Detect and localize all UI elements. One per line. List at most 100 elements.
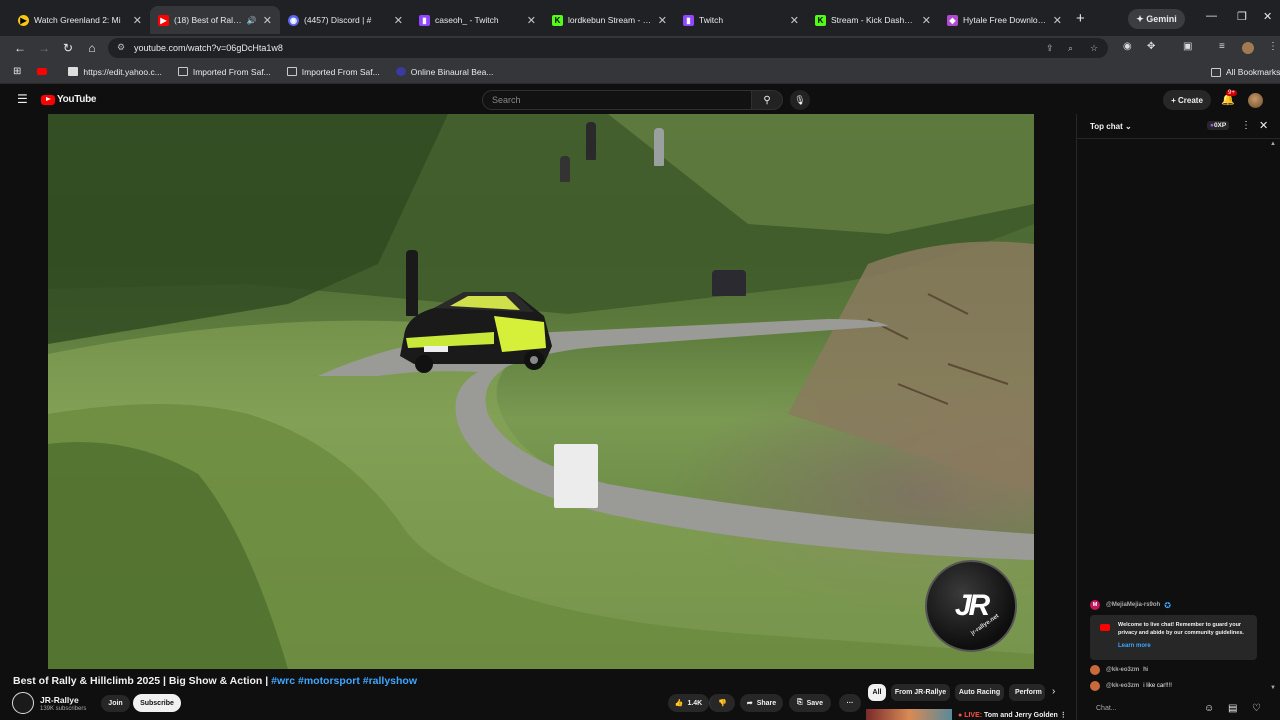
chat-text: i like car!!!! xyxy=(1143,683,1172,689)
tab-0[interactable]: ▶ Watch Greenland 2: Mi ✕ xyxy=(10,6,150,34)
tab-7[interactable]: ◆ Hytale Free Download ✕ xyxy=(939,6,1070,34)
tab-4[interactable]: K lordkebun Stream - Wa ✕ xyxy=(544,6,675,34)
speaker-icon[interactable]: 🔊 xyxy=(247,16,257,25)
kick-favicon-icon: K xyxy=(552,14,563,26)
xp-badge[interactable]: ●0XP xyxy=(1207,121,1230,130)
live-chat-panel: Top chat ⌄ ●0XP ⋮ ✕ ▲ M @MejiaMejia-rs9o… xyxy=(1076,114,1280,720)
channel-avatar[interactable] xyxy=(12,692,34,714)
video-hashtags[interactable]: #wrc #motorsport #rallyshow xyxy=(271,675,417,687)
yahoo-icon xyxy=(68,67,79,76)
bookmark-folder[interactable]: Imported From Saf... xyxy=(286,67,380,77)
new-tab-button[interactable]: + xyxy=(1076,10,1085,27)
account-avatar[interactable] xyxy=(1248,93,1263,108)
share-button[interactable]: ➦ Share xyxy=(740,694,783,712)
chat-author[interactable]: @kk-eo3zm xyxy=(1106,667,1139,673)
window-close-button[interactable]: ✕ xyxy=(1263,10,1272,23)
chat-message: M @MejiaMejia-rs9oh ✪ xyxy=(1090,600,1171,610)
site-info-icon[interactable]: ⚙ xyxy=(117,42,125,53)
bookmark-star-icon[interactable]: ☆ xyxy=(1090,43,1098,54)
tab-close-icon[interactable]: ✕ xyxy=(527,14,536,27)
chip-auto-racing[interactable]: Auto Racing xyxy=(955,684,1004,701)
color-extension-icon[interactable]: ◉ xyxy=(1123,41,1132,52)
browser-menu-icon[interactable]: ⋮ xyxy=(1268,41,1278,52)
dislike-button[interactable]: 👎 xyxy=(709,694,735,712)
apps-grid-icon[interactable]: ⊞ xyxy=(13,66,21,77)
subscribe-button[interactable]: Subscribe xyxy=(133,694,181,712)
sticker-icon[interactable]: ▤ xyxy=(1228,703,1237,714)
chat-welcome-banner: Welcome to live chat! Remember to guard … xyxy=(1090,615,1257,660)
learn-more-link[interactable]: Learn more xyxy=(1118,643,1151,649)
like-button[interactable]: 👍 1.4K xyxy=(668,694,709,712)
chevron-right-icon[interactable]: › xyxy=(1052,686,1055,697)
tab-6[interactable]: K Stream - Kick Dashboa ✕ xyxy=(807,6,939,34)
search-input[interactable]: Search xyxy=(482,90,752,110)
chat-close-icon[interactable]: ✕ xyxy=(1259,119,1268,132)
chip-all[interactable]: All xyxy=(868,684,886,701)
emoji-icon[interactable]: ☺ xyxy=(1204,703,1214,714)
welcome-text: Welcome to live chat! Remember to guard … xyxy=(1118,622,1244,636)
chat-input[interactable]: Chat... xyxy=(1089,700,1205,718)
youtube-logo[interactable]: YouTube xyxy=(41,94,97,105)
tab-close-icon[interactable]: ✕ xyxy=(922,14,931,27)
media-controls-icon[interactable]: ≡ xyxy=(1219,41,1225,52)
forward-button[interactable]: → xyxy=(32,41,56,55)
home-button[interactable]: ⌂ xyxy=(80,41,104,55)
tab-3[interactable]: ▮ caseoh_ - Twitch ✕ xyxy=(411,6,544,34)
bookmark-icon: ⎘ xyxy=(797,699,803,706)
channel-name[interactable]: JR-Rallye xyxy=(40,695,79,705)
chat-menu-icon[interactable]: ⋮ xyxy=(1241,120,1251,131)
bookmarks-bar: ⊞ https://edit.yahoo.c... Imported From … xyxy=(0,60,1280,84)
gemini-button[interactable]: ✦ Gemini xyxy=(1128,9,1185,29)
watermark-text: JR xyxy=(954,589,990,622)
address-bar[interactable]: ⚙ youtube.com/watch?v=06gDcHta1w8 ⇪ ⌕ ☆ xyxy=(108,38,1108,58)
youtube-favicon-icon: ▶ xyxy=(158,14,169,26)
zoom-icon[interactable]: ⌕ xyxy=(1068,43,1073,54)
chat-author[interactable]: @MejiaMejia-rs9oh xyxy=(1106,602,1160,608)
voice-search-button[interactable]: 🎙 xyxy=(790,90,810,110)
save-button[interactable]: ⎘ Save xyxy=(789,694,831,712)
tab-close-icon[interactable]: ✕ xyxy=(133,14,142,27)
tab-close-icon[interactable]: ✕ xyxy=(394,14,403,27)
bookmark-binaural[interactable]: Online Binaural Bea... xyxy=(395,67,493,77)
back-button[interactable]: ← xyxy=(8,41,32,55)
chat-message: @kk-eo3zm i like car!!!! xyxy=(1090,681,1172,691)
restore-button[interactable]: ❐ xyxy=(1237,10,1247,23)
join-button[interactable]: Join xyxy=(101,695,130,712)
tab-close-icon[interactable]: ✕ xyxy=(263,14,272,27)
tab-title: Twitch xyxy=(699,15,724,25)
install-icon[interactable]: ⇪ xyxy=(1046,43,1054,54)
reload-button[interactable]: ↻ xyxy=(56,41,80,55)
minimize-button[interactable]: — xyxy=(1206,10,1217,22)
tab-close-icon[interactable]: ✕ xyxy=(790,14,799,27)
search-button[interactable]: ⚲ xyxy=(751,90,783,110)
all-bookmarks[interactable]: All Bookmarks xyxy=(1211,67,1280,77)
recommended-thumbnail[interactable] xyxy=(866,709,952,720)
all-bookmarks-label: All Bookmarks xyxy=(1226,67,1280,77)
more-actions-button[interactable]: ··· xyxy=(839,694,861,712)
chat-author[interactable]: @kk-eo3zm xyxy=(1106,683,1139,689)
tab-1[interactable]: ▶ (18) Best of Rally & 🔊 ✕ xyxy=(150,6,280,34)
tab-title: Hytale Free Download xyxy=(963,15,1047,25)
bookmark-youtube[interactable] xyxy=(37,68,52,75)
chip-from-channel[interactable]: From JR-Rallye xyxy=(891,684,950,701)
bookmark-yahoo[interactable]: https://edit.yahoo.c... xyxy=(68,67,162,77)
video-player[interactable]: JR jr-rallye.net xyxy=(48,114,1034,669)
scroll-up-arrow-icon[interactable]: ▲ xyxy=(1270,141,1276,147)
tab-2[interactable]: ◉ (4457) Discord | # ✕ xyxy=(280,6,411,34)
split-view-icon[interactable]: ▣ xyxy=(1183,41,1192,52)
jr-rallye-watermark: JR jr-rallye.net xyxy=(925,560,1017,652)
hamburger-menu-icon[interactable]: ☰ xyxy=(17,92,28,106)
chip-perform[interactable]: Perform xyxy=(1009,684,1045,701)
scroll-down-arrow-icon[interactable]: ▼ xyxy=(1270,685,1276,691)
heart-icon[interactable]: ♡ xyxy=(1252,703,1261,714)
create-button[interactable]: + Create xyxy=(1163,90,1211,110)
tab-close-icon[interactable]: ✕ xyxy=(658,14,667,27)
recommended-title[interactable]: ● LIVE: Tom and Jerry Golden ⋮ xyxy=(958,711,1067,719)
tab-5[interactable]: ▮ Twitch ✕ xyxy=(675,6,807,34)
profile-avatar-icon[interactable] xyxy=(1242,42,1254,54)
extensions-icon[interactable]: ✥ xyxy=(1147,41,1155,52)
tab-close-icon[interactable]: ✕ xyxy=(1053,14,1062,27)
more-vert-icon[interactable]: ⋮ xyxy=(1060,712,1067,719)
bookmark-folder[interactable]: Imported From Saf... xyxy=(177,67,271,77)
top-chat-dropdown[interactable]: Top chat ⌄ xyxy=(1090,122,1132,131)
